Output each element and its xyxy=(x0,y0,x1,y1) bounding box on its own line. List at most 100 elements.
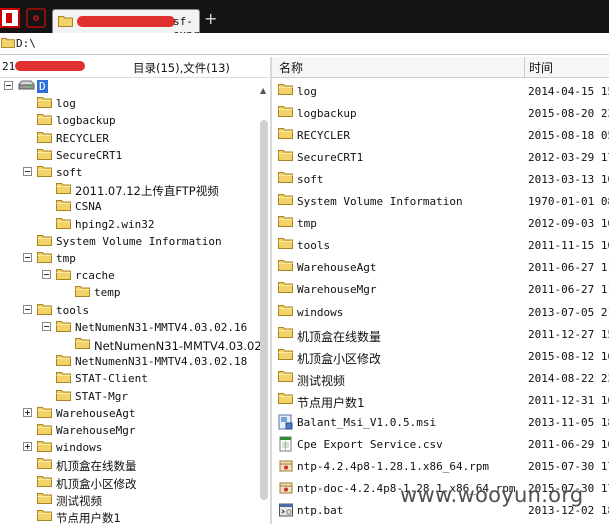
file-time: 2015-08-12 16 xyxy=(528,349,609,363)
file-name: 测试视频 xyxy=(297,373,346,388)
file-row[interactable]: logbackup 2015-08-20 23 xyxy=(272,102,609,124)
tree-header: 218 目录(15),文件(13) xyxy=(0,57,270,78)
file-time: 2011-06-27 11 xyxy=(528,261,609,275)
folder-icon xyxy=(278,193,293,208)
file-name: ntp-4.2.4p8-1.28.1.x86_64.rpm xyxy=(297,459,490,473)
folder-icon xyxy=(278,392,293,407)
address-bar[interactable]: D:\ xyxy=(0,33,609,55)
expand-icon[interactable] xyxy=(23,407,32,417)
file-time: 2013-11-05 18 xyxy=(528,415,609,429)
folder-icon xyxy=(37,234,52,249)
file-row[interactable]: tmp 2012-09-03 10 xyxy=(272,212,609,234)
file-name: tmp xyxy=(297,217,317,231)
folder-icon xyxy=(278,127,293,142)
folder-icon xyxy=(75,337,90,352)
collapse-icon[interactable] xyxy=(4,81,13,90)
tree-node-label: NetNumenN31-MMTV4.03.02.16测 xyxy=(94,339,260,353)
folder-icon xyxy=(75,285,90,300)
file-name: System Volume Information xyxy=(297,195,463,209)
file-row[interactable]: ntp-4.2.4p8-1.28.1.x86_64.rpm 2015-07-30 … xyxy=(272,455,609,477)
spreadsheet-file-icon xyxy=(278,436,294,455)
collapse-icon[interactable] xyxy=(23,253,32,262)
tree-node-label: tools xyxy=(56,303,90,317)
folder-icon xyxy=(278,259,293,274)
file-time: 2011-12-31 10 xyxy=(528,393,609,407)
file-time: 2011-06-29 10 xyxy=(528,437,609,451)
address-path: D:\ xyxy=(16,37,36,50)
file-name: tools xyxy=(297,239,331,253)
tree-node-label: soft xyxy=(56,166,83,179)
file-row[interactable]: 机顶盒在线数量 2011-12-27 15 xyxy=(272,323,609,345)
folder-icon xyxy=(37,165,52,180)
folder-icon xyxy=(37,148,52,163)
file-row[interactable]: Balant_Msi_V1.0.5.msi 2013-11-05 18 xyxy=(272,411,609,433)
watermark: www.wooyun.org xyxy=(400,483,584,507)
tree-node-label: 测试视频 xyxy=(56,493,102,508)
collapse-icon[interactable] xyxy=(23,167,32,176)
file-row[interactable]: tools 2011-11-15 10 xyxy=(272,234,609,256)
file-time: 2015-07-30 17 xyxy=(528,459,609,473)
file-name: WarehouseAgt xyxy=(297,261,377,275)
file-row[interactable]: WarehouseMgr 2011-06-27 11 xyxy=(272,278,609,300)
tree-node-label: logbackup xyxy=(56,114,116,128)
file-row[interactable]: soft 2013-03-13 10 xyxy=(272,168,609,190)
scroll-up-icon[interactable]: ▲ xyxy=(260,86,266,95)
new-tab-button[interactable]: + xyxy=(204,9,217,29)
collapse-icon[interactable] xyxy=(42,270,51,280)
scrollbar-thumb[interactable] xyxy=(260,120,268,500)
expand-icon[interactable] xyxy=(23,442,32,452)
tree-node-label: 2011.07.12上传直FTP视频 xyxy=(75,184,219,199)
folder-icon xyxy=(56,320,71,335)
file-time: 1970-01-01 08 xyxy=(528,195,609,209)
folder-icon xyxy=(278,370,293,385)
tree-node-label: STAT-Client xyxy=(75,372,148,386)
file-time: 2013-07-05 21 xyxy=(528,305,609,319)
file-row[interactable]: SecureCRT1 2012-03-29 17 xyxy=(272,146,609,168)
file-row[interactable]: System Volume Information 1970-01-01 08 xyxy=(272,190,609,212)
folder-icon xyxy=(56,371,71,386)
tree-node-label: CSNA xyxy=(75,200,102,214)
list-header: 名称 时间 xyxy=(272,57,609,78)
tab-active[interactable]: sf-expres xyxy=(52,9,213,41)
tree-node-label: 机顶盒在线数量 xyxy=(56,459,137,474)
file-row[interactable]: 机顶盒小区修改 2015-08-12 16 xyxy=(272,345,609,367)
file-row[interactable]: log 2014-04-15 15 xyxy=(272,80,609,102)
record-icon[interactable] xyxy=(26,8,46,28)
column-header-time[interactable]: 时间 xyxy=(529,59,553,76)
file-name: Cpe Export Service.csv xyxy=(297,437,443,451)
file-name: RECYCLER xyxy=(297,129,350,143)
folder-icon xyxy=(37,303,52,318)
folder-icon xyxy=(278,83,293,98)
folder-icon xyxy=(278,304,293,319)
column-divider[interactable] xyxy=(524,57,525,77)
tree-scrollbar[interactable]: ▲ xyxy=(259,86,269,524)
file-row[interactable]: Cpe Export Service.csv 2011-06-29 10 xyxy=(272,433,609,455)
file-row[interactable]: WarehouseAgt 2011-06-27 11 xyxy=(272,256,609,278)
folder-icon xyxy=(37,440,52,455)
folder-icon xyxy=(56,217,71,232)
file-row[interactable]: 节点用户数1 2011-12-31 10 xyxy=(272,389,609,411)
tree-node-label: NetNumenN31-MMTV4.03.02.18 xyxy=(75,355,248,369)
folder-icon xyxy=(56,389,71,404)
app-icon[interactable] xyxy=(0,8,20,28)
column-header-name[interactable]: 名称 xyxy=(279,59,303,76)
tree-node-label: temp xyxy=(94,286,121,300)
file-name: WarehouseMgr xyxy=(297,283,377,297)
tree-node-label: hping2.win32 xyxy=(75,217,155,231)
folder-icon xyxy=(56,182,71,197)
folder-icon xyxy=(37,96,52,111)
file-row[interactable]: RECYCLER 2015-08-18 05 xyxy=(272,124,609,146)
file-time: 2012-03-29 17 xyxy=(528,151,609,165)
folder-icon xyxy=(37,457,52,472)
file-name: Balant_Msi_V1.0.5.msi xyxy=(297,415,437,429)
file-time: 2011-11-15 10 xyxy=(528,239,609,253)
file-row[interactable]: windows 2013-07-05 21 xyxy=(272,301,609,323)
folder-icon xyxy=(37,113,52,128)
file-row[interactable]: 测试视频 2014-08-22 23 xyxy=(272,367,609,389)
folder-icon xyxy=(37,131,52,146)
file-time: 2014-04-15 15 xyxy=(528,85,609,98)
collapse-icon[interactable] xyxy=(42,321,51,331)
tree-node-label: WarehouseMgr xyxy=(56,424,136,437)
folder-icon xyxy=(278,281,293,296)
collapse-icon[interactable] xyxy=(23,304,32,314)
